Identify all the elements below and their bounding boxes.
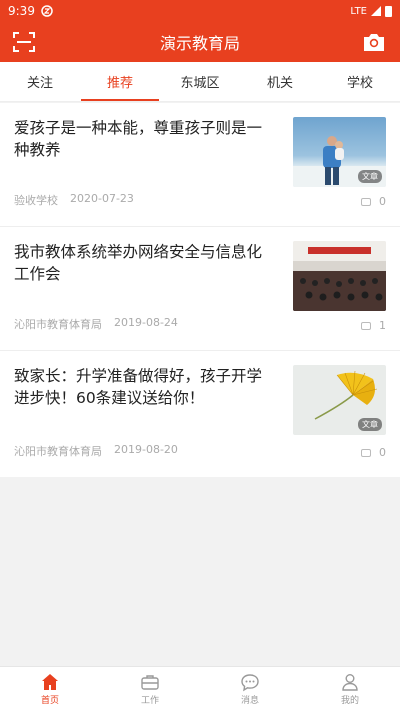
- comment-count: 0: [379, 195, 386, 208]
- article-source: 沁阳市教育体育局: [14, 445, 102, 458]
- home-icon: [42, 673, 58, 690]
- article-date: 2019-08-24: [114, 316, 178, 329]
- tab-agency[interactable]: 机关: [240, 62, 320, 101]
- network-label: LTE: [350, 5, 367, 17]
- nav-work-label: 工作: [140, 695, 159, 706]
- article-item[interactable]: 爱孩子是一种本能，尊重孩子则是一种教养 文章 验收学校 2020-07-23 0: [0, 103, 400, 227]
- tab-recommend[interactable]: 推荐: [80, 62, 160, 101]
- comment-icon: [361, 448, 371, 457]
- article-thumbnail: [293, 241, 386, 311]
- status-time: 9:39: [8, 4, 35, 18]
- comment-icon: [361, 321, 371, 330]
- article-date: 2020-07-23: [70, 192, 134, 205]
- comment-count: 1: [379, 319, 386, 332]
- tab-bar: 关注 推荐 东城区 机关 学校: [0, 62, 400, 102]
- tab-dongcheng[interactable]: 东城区: [160, 62, 240, 101]
- comment-count: 0: [379, 446, 386, 459]
- nav-messages-label: 消息: [240, 695, 259, 706]
- scan-icon[interactable]: [12, 30, 36, 54]
- article-item[interactable]: 致家长：升学准备做得好，孩子开学进步快！60条建议送给你！ 文章 沁阳市教育体育…: [0, 351, 400, 477]
- article-thumbnail: 文章: [293, 117, 386, 187]
- bottom-nav: 首页 工作 消息 我的: [0, 666, 400, 710]
- tab-follow[interactable]: 关注: [0, 62, 80, 101]
- status-bar: 9:39 LTE: [0, 0, 400, 22]
- article-type-badge: 文章: [358, 170, 382, 183]
- article-title: 爱孩子是一种本能，尊重孩子则是一种教养: [14, 119, 263, 159]
- article-type-badge: 文章: [358, 418, 382, 431]
- user-icon: [342, 673, 358, 691]
- article-item[interactable]: 我市教体系统举办网络安全与信息化工作会 沁阳市教育体育局 2019-08-24 …: [0, 227, 400, 351]
- app-bar: 演示教育局: [0, 22, 400, 62]
- article-title: 致家长：升学准备做得好，孩子开学进步快！60条建议送给你！: [14, 367, 263, 407]
- article-source: 沁阳市教育体育局: [14, 318, 102, 331]
- comment-icon: [361, 197, 371, 206]
- article-source: 验收学校: [14, 194, 58, 207]
- nav-messages[interactable]: 消息: [200, 667, 300, 710]
- signal-icon: [371, 6, 381, 16]
- article-date: 2019-08-20: [114, 443, 178, 456]
- battery-icon: [385, 5, 392, 17]
- briefcase-icon: [141, 674, 159, 690]
- chat-icon: [241, 673, 259, 691]
- article-feed: 爱孩子是一种本能，尊重孩子则是一种教养 文章 验收学校 2020-07-23 0…: [0, 103, 400, 477]
- nav-home[interactable]: 首页: [0, 667, 100, 710]
- page-title: 演示教育局: [159, 34, 240, 53]
- tab-school[interactable]: 学校: [320, 62, 400, 101]
- article-title: 我市教体系统举办网络安全与信息化工作会: [14, 243, 263, 283]
- nav-home-label: 首页: [40, 695, 59, 706]
- notification-icon: [41, 5, 53, 17]
- nav-profile[interactable]: 我的: [300, 667, 400, 710]
- nav-work[interactable]: 工作: [100, 667, 200, 710]
- article-thumbnail: 文章: [293, 365, 386, 435]
- nav-profile-label: 我的: [340, 695, 359, 706]
- camera-icon[interactable]: [362, 30, 386, 54]
